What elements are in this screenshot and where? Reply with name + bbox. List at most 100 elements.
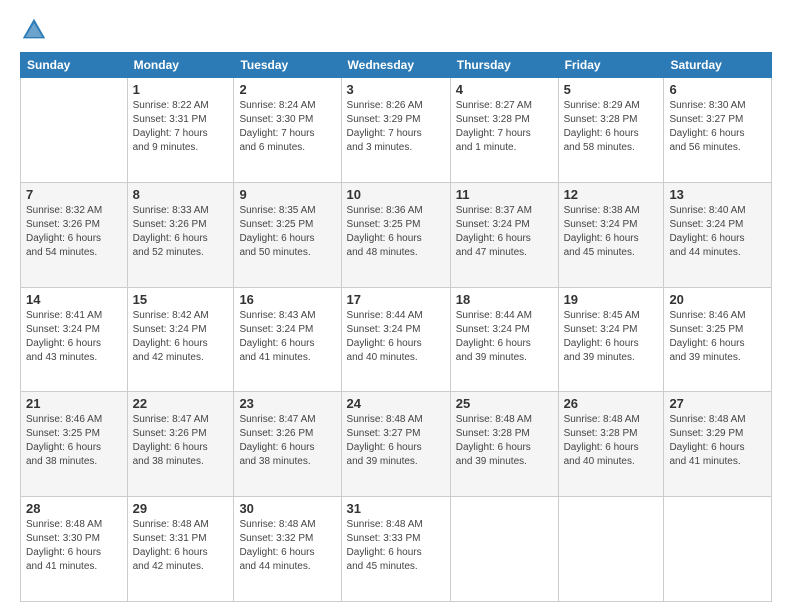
- day-number: 4: [456, 82, 553, 97]
- day-cell: 14Sunrise: 8:41 AM Sunset: 3:24 PM Dayli…: [21, 287, 128, 392]
- day-cell: 11 Sunrise: 8:37 AM Sunset: 3:24 PM Dayli…: [450, 182, 558, 287]
- day-cell: 23 Sunrise: 8:47 AM Sunset: 3:26 PM Dayli…: [234, 392, 341, 497]
- day-info: Sunrise: 8:24 AM Sunset: 3:30 PM Dayligh…: [239, 99, 335, 155]
- day-number: 13: [669, 187, 766, 202]
- day-number: 19: [564, 292, 659, 307]
- day-number: 5: [564, 82, 659, 97]
- day-info: Sunrise: 8:48 AM Sunset: 3:28 PM Dayligh…: [564, 413, 659, 469]
- day-number: 25: [456, 396, 553, 411]
- day-number: 10: [347, 187, 445, 202]
- day-number: 24: [347, 396, 445, 411]
- day-header-thursday: Thursday: [450, 53, 558, 78]
- day-number: 17: [347, 292, 445, 307]
- day-cell: 5 Sunrise: 8:29 AM Sunset: 3:28 PM Daylig…: [558, 78, 664, 183]
- day-number: 3: [347, 82, 445, 97]
- day-cell: 18 Sunrise: 8:44 AM Sunset: 3:24 PM Dayli…: [450, 287, 558, 392]
- day-cell: 15Sunrise: 8:42 AM Sunset: 3:24 PM Dayli…: [127, 287, 234, 392]
- day-number: 31: [347, 501, 445, 516]
- day-cell: 29 Sunrise: 8:48 AM Sunset: 3:31 PM Dayli…: [127, 497, 234, 602]
- day-info: Sunrise: 8:46 AM Sunset: 3:25 PM Dayligh…: [669, 309, 766, 365]
- day-info: Sunrise: 8:29 AM Sunset: 3:28 PM Dayligh…: [564, 99, 659, 155]
- day-cell: 17 Sunrise: 8:44 AM Sunset: 3:24 PM Dayli…: [341, 287, 450, 392]
- day-number: 20: [669, 292, 766, 307]
- day-info: Sunrise: 8:46 AM Sunset: 3:25 PM Dayligh…: [26, 413, 122, 469]
- day-info: Sunrise: 8:45 AM Sunset: 3:24 PM Dayligh…: [564, 309, 659, 365]
- day-cell: [664, 497, 772, 602]
- day-info: Sunrise: 8:44 AM Sunset: 3:24 PM Dayligh…: [456, 309, 553, 365]
- logo-icon: [20, 16, 48, 44]
- day-cell: 6Sunrise: 8:30 AM Sunset: 3:27 PM Daylig…: [664, 78, 772, 183]
- day-cell: 1 Sunrise: 8:22 AM Sunset: 3:31 PM Daylig…: [127, 78, 234, 183]
- day-number: 21: [26, 396, 122, 411]
- day-cell: 9Sunrise: 8:35 AM Sunset: 3:25 PM Daylig…: [234, 182, 341, 287]
- day-info: Sunrise: 8:32 AM Sunset: 3:26 PM Dayligh…: [26, 204, 122, 260]
- day-number: 9: [239, 187, 335, 202]
- day-info: Sunrise: 8:48 AM Sunset: 3:32 PM Dayligh…: [239, 518, 335, 574]
- day-cell: 12Sunrise: 8:38 AM Sunset: 3:24 PM Dayli…: [558, 182, 664, 287]
- day-info: Sunrise: 8:37 AM Sunset: 3:24 PM Dayligh…: [456, 204, 553, 260]
- day-number: 29: [133, 501, 229, 516]
- day-header-monday: Monday: [127, 53, 234, 78]
- day-cell: 2 Sunrise: 8:24 AM Sunset: 3:30 PM Daylig…: [234, 78, 341, 183]
- day-info: Sunrise: 8:27 AM Sunset: 3:28 PM Dayligh…: [456, 99, 553, 155]
- day-cell: 10Sunrise: 8:36 AM Sunset: 3:25 PM Dayli…: [341, 182, 450, 287]
- day-info: Sunrise: 8:33 AM Sunset: 3:26 PM Dayligh…: [133, 204, 229, 260]
- week-row-2: 14Sunrise: 8:41 AM Sunset: 3:24 PM Dayli…: [21, 287, 772, 392]
- day-cell: 13 Sunrise: 8:40 AM Sunset: 3:24 PM Dayli…: [664, 182, 772, 287]
- day-cell: 25 Sunrise: 8:48 AM Sunset: 3:28 PM Dayli…: [450, 392, 558, 497]
- day-cell: 16 Sunrise: 8:43 AM Sunset: 3:24 PM Dayli…: [234, 287, 341, 392]
- day-info: Sunrise: 8:47 AM Sunset: 3:26 PM Dayligh…: [133, 413, 229, 469]
- week-row-4: 28Sunrise: 8:48 AM Sunset: 3:30 PM Dayli…: [21, 497, 772, 602]
- day-info: Sunrise: 8:48 AM Sunset: 3:29 PM Dayligh…: [669, 413, 766, 469]
- day-cell: 8 Sunrise: 8:33 AM Sunset: 3:26 PM Daylig…: [127, 182, 234, 287]
- day-cell: 4 Sunrise: 8:27 AM Sunset: 3:28 PM Daylig…: [450, 78, 558, 183]
- day-header-friday: Friday: [558, 53, 664, 78]
- week-row-0: 1 Sunrise: 8:22 AM Sunset: 3:31 PM Daylig…: [21, 78, 772, 183]
- day-header-saturday: Saturday: [664, 53, 772, 78]
- day-number: 7: [26, 187, 122, 202]
- day-number: 27: [669, 396, 766, 411]
- day-header-tuesday: Tuesday: [234, 53, 341, 78]
- week-row-1: 7 Sunrise: 8:32 AM Sunset: 3:26 PM Daylig…: [21, 182, 772, 287]
- day-number: 18: [456, 292, 553, 307]
- day-header-wednesday: Wednesday: [341, 53, 450, 78]
- day-number: 6: [669, 82, 766, 97]
- day-info: Sunrise: 8:48 AM Sunset: 3:27 PM Dayligh…: [347, 413, 445, 469]
- day-number: 8: [133, 187, 229, 202]
- day-cell: 24 Sunrise: 8:48 AM Sunset: 3:27 PM Dayli…: [341, 392, 450, 497]
- week-row-3: 21 Sunrise: 8:46 AM Sunset: 3:25 PM Dayli…: [21, 392, 772, 497]
- day-info: Sunrise: 8:42 AM Sunset: 3:24 PM Dayligh…: [133, 309, 229, 365]
- day-number: 23: [239, 396, 335, 411]
- day-info: Sunrise: 8:43 AM Sunset: 3:24 PM Dayligh…: [239, 309, 335, 365]
- day-info: Sunrise: 8:48 AM Sunset: 3:30 PM Dayligh…: [26, 518, 122, 574]
- day-info: Sunrise: 8:47 AM Sunset: 3:26 PM Dayligh…: [239, 413, 335, 469]
- day-cell: 19 Sunrise: 8:45 AM Sunset: 3:24 PM Dayli…: [558, 287, 664, 392]
- day-cell: 28Sunrise: 8:48 AM Sunset: 3:30 PM Dayli…: [21, 497, 128, 602]
- header-row: SundayMondayTuesdayWednesdayThursdayFrid…: [21, 53, 772, 78]
- day-info: Sunrise: 8:26 AM Sunset: 3:29 PM Dayligh…: [347, 99, 445, 155]
- day-cell: [558, 497, 664, 602]
- day-info: Sunrise: 8:48 AM Sunset: 3:31 PM Dayligh…: [133, 518, 229, 574]
- day-info: Sunrise: 8:44 AM Sunset: 3:24 PM Dayligh…: [347, 309, 445, 365]
- day-info: Sunrise: 8:40 AM Sunset: 3:24 PM Dayligh…: [669, 204, 766, 260]
- day-number: 26: [564, 396, 659, 411]
- day-header-sunday: Sunday: [21, 53, 128, 78]
- day-cell: 31 Sunrise: 8:48 AM Sunset: 3:33 PM Dayli…: [341, 497, 450, 602]
- day-number: 11: [456, 187, 553, 202]
- day-info: Sunrise: 8:48 AM Sunset: 3:33 PM Dayligh…: [347, 518, 445, 574]
- day-info: Sunrise: 8:41 AM Sunset: 3:24 PM Dayligh…: [26, 309, 122, 365]
- day-info: Sunrise: 8:22 AM Sunset: 3:31 PM Dayligh…: [133, 99, 229, 155]
- page: SundayMondayTuesdayWednesdayThursdayFrid…: [0, 0, 792, 612]
- day-cell: 30Sunrise: 8:48 AM Sunset: 3:32 PM Dayli…: [234, 497, 341, 602]
- day-cell: 26 Sunrise: 8:48 AM Sunset: 3:28 PM Dayli…: [558, 392, 664, 497]
- day-number: 16: [239, 292, 335, 307]
- day-cell: [21, 78, 128, 183]
- day-info: Sunrise: 8:48 AM Sunset: 3:28 PM Dayligh…: [456, 413, 553, 469]
- header: [20, 16, 772, 44]
- day-number: 2: [239, 82, 335, 97]
- day-cell: 20 Sunrise: 8:46 AM Sunset: 3:25 PM Dayli…: [664, 287, 772, 392]
- day-cell: 21 Sunrise: 8:46 AM Sunset: 3:25 PM Dayli…: [21, 392, 128, 497]
- day-cell: [450, 497, 558, 602]
- day-number: 1: [133, 82, 229, 97]
- day-number: 22: [133, 396, 229, 411]
